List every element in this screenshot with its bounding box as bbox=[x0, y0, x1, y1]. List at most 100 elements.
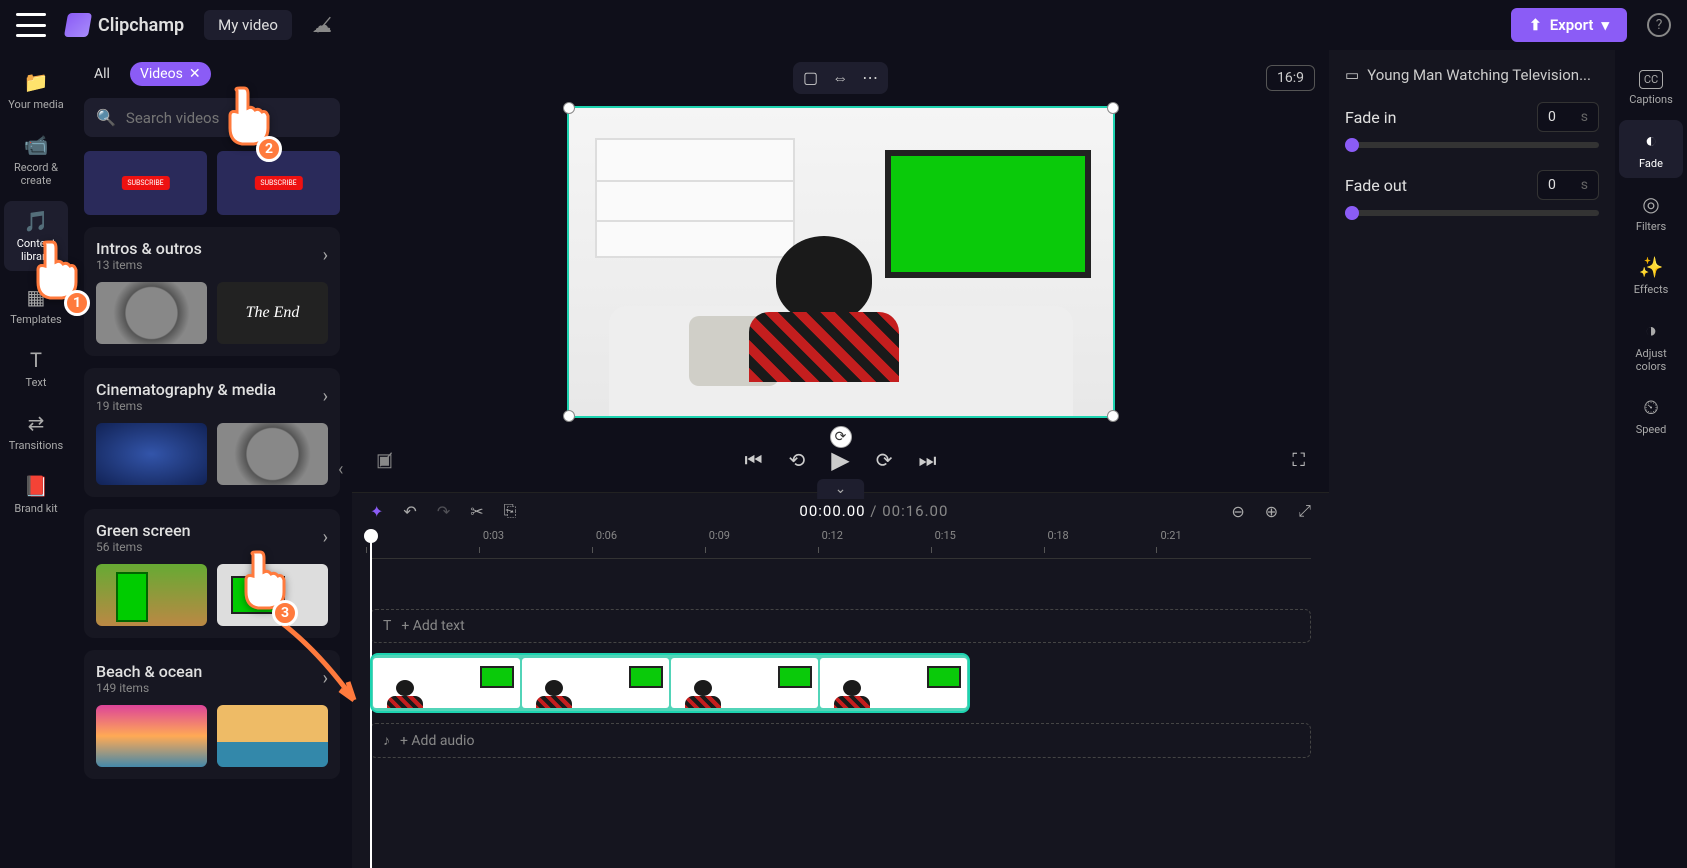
text-icon: T bbox=[383, 618, 391, 634]
resize-handle[interactable] bbox=[1107, 102, 1119, 114]
transitions-icon: ⇄ bbox=[28, 411, 45, 435]
filter-videos[interactable]: Videos ✕ bbox=[130, 62, 211, 86]
rail-your-media[interactable]: 📁Your media bbox=[4, 62, 68, 119]
fade-out-label: Fade out bbox=[1345, 176, 1407, 195]
app-name: Clipchamp bbox=[98, 15, 184, 36]
filter-all[interactable]: All bbox=[84, 62, 120, 86]
fade-in-slider[interactable] bbox=[1345, 142, 1599, 148]
filters-icon: ◎ bbox=[1642, 192, 1659, 216]
center-area: ‹ › ▢ ⇔ ⋯ 16:9 ⟳ ▣̸ ⏮ ⟲ ▶ ⟳ bbox=[352, 50, 1329, 868]
project-name[interactable]: My video bbox=[204, 10, 292, 40]
aspect-ratio[interactable]: 16:9 bbox=[1266, 65, 1315, 91]
export-button[interactable]: ⬆ Export ▾ bbox=[1511, 8, 1627, 42]
resize-handle[interactable] bbox=[1107, 410, 1119, 422]
brandkit-icon: 📕 bbox=[24, 474, 49, 498]
captions-icon: CC bbox=[1639, 70, 1663, 89]
rail-fade[interactable]: ◐Fade bbox=[1619, 120, 1683, 178]
search-icon: 🔍 bbox=[96, 108, 116, 127]
copy-icon[interactable]: ⎘ bbox=[504, 501, 517, 521]
menu-button[interactable] bbox=[16, 13, 46, 37]
collapse-left-button[interactable]: ‹ bbox=[338, 459, 343, 480]
rail-text[interactable]: TText bbox=[4, 340, 68, 397]
topbar: Clipchamp My video ☁̸ ⬆ Export ▾ ? bbox=[0, 0, 1687, 50]
rail-templates[interactable]: ▦Templates bbox=[4, 277, 68, 334]
search-input[interactable] bbox=[126, 109, 328, 127]
resize-handle[interactable] bbox=[563, 102, 575, 114]
video-thumb[interactable] bbox=[84, 151, 207, 215]
folder-icon: 📁 bbox=[24, 70, 49, 94]
zoom-fit-icon[interactable]: ⤢ bbox=[1298, 501, 1311, 521]
zoom-out-icon[interactable]: ⊖ bbox=[1231, 502, 1244, 521]
scissors-icon[interactable]: ✂ bbox=[470, 502, 483, 521]
more-icon[interactable]: ⋯ bbox=[862, 68, 878, 88]
video-thumb[interactable] bbox=[217, 564, 328, 626]
resize-handle[interactable] bbox=[563, 410, 575, 422]
chevron-right-icon[interactable]: › bbox=[323, 668, 328, 689]
video-thumb[interactable] bbox=[217, 705, 328, 767]
close-icon[interactable]: ✕ bbox=[189, 66, 201, 82]
music-icon: ♪ bbox=[383, 732, 390, 749]
search-box[interactable]: 🔍 bbox=[84, 98, 340, 137]
forward-icon[interactable]: ⟳ bbox=[876, 448, 893, 472]
rail-speed[interactable]: ⏲Speed bbox=[1619, 387, 1683, 444]
video-thumb[interactable]: The End bbox=[217, 282, 328, 344]
rail-adjust-colors[interactable]: ◑Adjust colors bbox=[1619, 310, 1683, 381]
video-thumb[interactable] bbox=[96, 282, 207, 344]
cloud-off-icon[interactable]: ☁̸ bbox=[312, 13, 332, 37]
chevron-right-icon[interactable]: › bbox=[323, 245, 328, 266]
rail-content-library[interactable]: 🎵Content library bbox=[4, 201, 68, 271]
category-green-screen[interactable]: Green screen56 items› bbox=[84, 509, 340, 638]
rail-record-create[interactable]: 📹Record & create bbox=[4, 125, 68, 195]
rail-transitions[interactable]: ⇄Transitions bbox=[4, 403, 68, 460]
magic-icon[interactable]: ✦ bbox=[370, 502, 383, 521]
library-icon: 🎵 bbox=[24, 209, 49, 233]
video-thumb[interactable] bbox=[217, 423, 328, 485]
chevron-right-icon[interactable]: › bbox=[323, 386, 328, 407]
clip-title: ▭ Young Man Watching Television... bbox=[1345, 66, 1599, 84]
video-thumb[interactable] bbox=[217, 151, 340, 215]
zoom-in-icon[interactable]: ⊕ bbox=[1265, 502, 1278, 521]
templates-icon: ▦ bbox=[27, 285, 46, 309]
fade-out-input[interactable]: 0s bbox=[1537, 170, 1599, 200]
content-library-panel: All Videos ✕ 🔍 Intros & outros13 items› … bbox=[72, 50, 352, 868]
category-beach-ocean[interactable]: Beach & ocean149 items› bbox=[84, 650, 340, 779]
app-logo[interactable]: Clipchamp bbox=[66, 13, 184, 37]
rail-captions[interactable]: CCCaptions bbox=[1619, 62, 1683, 114]
next-icon[interactable]: ⏭ bbox=[919, 448, 937, 472]
help-button[interactable]: ? bbox=[1647, 13, 1671, 37]
preview-canvas[interactable]: ⟳ bbox=[567, 106, 1115, 418]
rail-effects[interactable]: ✨Effects bbox=[1619, 247, 1683, 304]
timeline-ruler[interactable]: 0 0:03 0:06 0:09 0:12 0:15 0:18 0:21 bbox=[370, 529, 1311, 559]
video-clip[interactable] bbox=[370, 653, 970, 713]
text-icon: T bbox=[30, 348, 42, 372]
greenscreen-off-icon[interactable]: ▣̸ bbox=[376, 450, 393, 471]
chevron-right-icon[interactable]: › bbox=[323, 527, 328, 548]
timeline-expand[interactable]: ⌄ bbox=[817, 479, 865, 499]
text-track[interactable]: T+ Add text bbox=[370, 609, 1311, 643]
play-button[interactable]: ▶ bbox=[831, 446, 849, 474]
category-intros-outros[interactable]: Intros & outros13 items› The End bbox=[84, 227, 340, 356]
rail-brand-kit[interactable]: 📕Brand kit bbox=[4, 466, 68, 523]
video-thumb[interactable] bbox=[96, 423, 207, 485]
rail-filters[interactable]: ◎Filters bbox=[1619, 184, 1683, 241]
upload-icon: ⬆ bbox=[1529, 16, 1542, 34]
camera-icon: 📹 bbox=[24, 133, 49, 157]
effects-icon: ✨ bbox=[1639, 255, 1664, 279]
fade-out-slider[interactable] bbox=[1345, 210, 1599, 216]
fade-in-label: Fade in bbox=[1345, 108, 1396, 127]
video-thumb[interactable] bbox=[96, 705, 207, 767]
timeline-time: 00:00.00 / 00:16.00 bbox=[536, 502, 1211, 520]
rewind-icon[interactable]: ⟲ bbox=[789, 448, 806, 472]
prev-icon[interactable]: ⏮ bbox=[745, 448, 763, 472]
video-track[interactable] bbox=[370, 653, 1311, 713]
audio-track[interactable]: ♪+ Add audio bbox=[370, 723, 1311, 758]
undo-icon[interactable]: ↶ bbox=[403, 502, 416, 521]
redo-icon[interactable]: ↷ bbox=[437, 502, 450, 521]
crop-icon[interactable]: ▢ bbox=[803, 68, 818, 88]
fullscreen-icon[interactable]: ⛶ bbox=[1292, 450, 1305, 471]
video-thumb[interactable] bbox=[96, 564, 207, 626]
filter-tabs: All Videos ✕ bbox=[84, 62, 340, 86]
category-cinematography[interactable]: Cinematography & media19 items› bbox=[84, 368, 340, 497]
fade-in-input[interactable]: 0s bbox=[1537, 102, 1599, 132]
fit-icon[interactable]: ⇔ bbox=[832, 68, 848, 88]
